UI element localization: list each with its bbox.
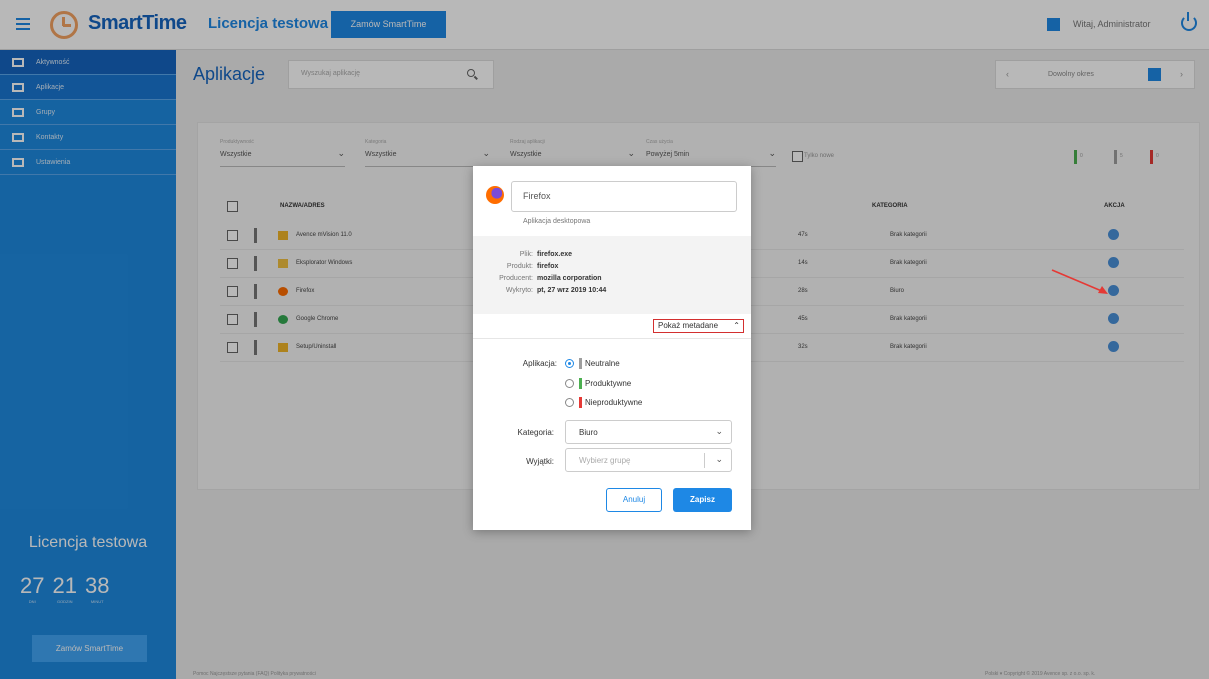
radio-button[interactable]: [565, 359, 574, 368]
show-metadata-label: Pokaż metadane: [658, 321, 719, 330]
chevron-down-icon: ⌄: [715, 454, 723, 464]
unproductive-color-bar: [579, 397, 582, 408]
category-label: Kategoria:: [517, 428, 554, 437]
application-type-label: Aplikacja:: [522, 359, 557, 368]
annotation-arrow-icon: [1051, 269, 1108, 294]
divider: [473, 338, 751, 339]
category-value: Biuro: [579, 428, 598, 437]
radio-neutral[interactable]: Neutralne: [565, 358, 725, 370]
radio-label: Produktywne: [585, 379, 632, 388]
edit-application-dialog: Firefox Aplikacja desktopowa Plik: firefo…: [473, 166, 751, 530]
firefox-icon: [486, 186, 504, 204]
cancel-button[interactable]: Anuluj: [606, 488, 662, 512]
app-info-panel: Plik: firefox.exe Produkt: firefox Produce…: [473, 236, 751, 314]
radio-button[interactable]: [565, 398, 574, 407]
save-button[interactable]: Zapisz: [673, 488, 732, 512]
app-name-field[interactable]: Firefox: [511, 181, 737, 212]
app-type-text: Aplikacja desktopowa: [523, 218, 591, 225]
show-metadata-toggle[interactable]: Pokaż metadane ⌃: [653, 319, 744, 333]
radio-productive[interactable]: Produktywne: [565, 378, 725, 390]
category-select[interactable]: Biuro ⌄: [565, 420, 732, 444]
exceptions-select[interactable]: Wybierz grupę ⌄: [565, 448, 732, 472]
select-separator: [704, 453, 705, 468]
neutral-color-bar: [579, 358, 582, 369]
radio-label: Neutralne: [585, 359, 620, 368]
chevron-up-icon: ⌃: [733, 321, 740, 330]
radio-button[interactable]: [565, 379, 574, 388]
radio-unproductive[interactable]: Nieproduktywne: [565, 397, 725, 409]
productive-color-bar: [579, 378, 582, 389]
chevron-down-icon: ⌄: [715, 426, 723, 436]
exceptions-label: Wyjątki:: [526, 457, 554, 466]
exceptions-placeholder: Wybierz grupę: [579, 456, 631, 465]
radio-label: Nieproduktywne: [585, 398, 643, 407]
